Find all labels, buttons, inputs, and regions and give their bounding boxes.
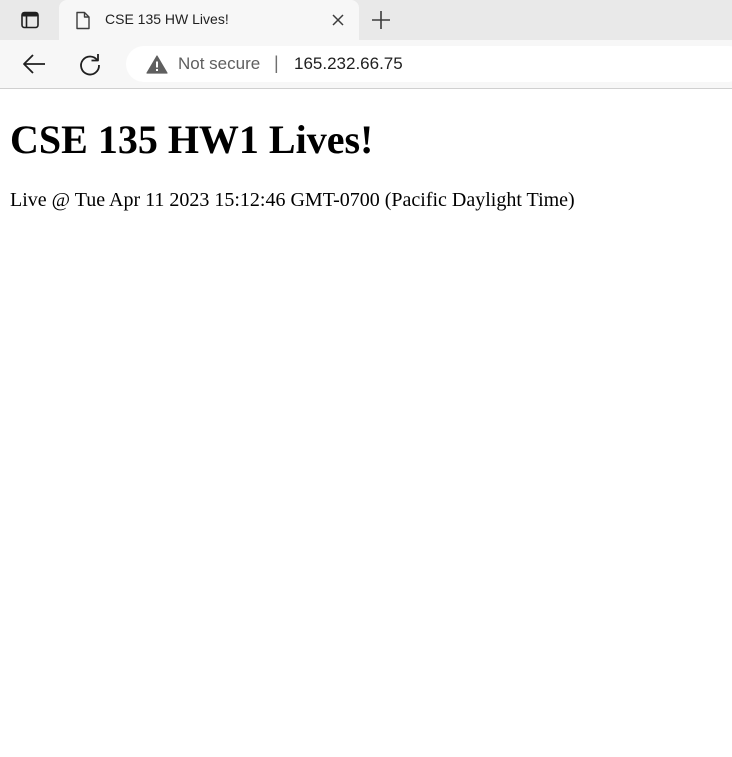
page-content: CSE 135 HW1 Lives! Live @ Tue Apr 11 202… (0, 89, 732, 757)
plus-icon (372, 11, 390, 29)
active-tab[interactable]: CSE 135 HW Lives! (59, 0, 359, 40)
warning-triangle-icon[interactable] (146, 55, 168, 74)
back-arrow-icon (23, 54, 45, 74)
back-button[interactable] (20, 51, 48, 77)
reload-icon (80, 54, 100, 76)
address-separator: | (274, 53, 279, 73)
address-bar[interactable]: Not secure | 165.232.66.75 (126, 46, 732, 82)
page-icon (76, 11, 90, 30)
tab-actions-icon (21, 11, 39, 29)
tab-title: CSE 135 HW Lives! (105, 11, 229, 27)
live-timestamp-text: Live @ Tue Apr 11 2023 15:12:46 GMT-0700… (10, 189, 575, 211)
reload-button[interactable] (76, 50, 104, 78)
security-status-label[interactable]: Not secure (178, 54, 260, 74)
page-heading: CSE 135 HW1 Lives! (10, 117, 374, 162)
new-tab-button[interactable] (367, 6, 395, 34)
navigation-toolbar: Not secure | 165.232.66.75 (0, 40, 732, 89)
tab-strip: CSE 135 HW Lives! (0, 0, 732, 40)
tab-actions-button[interactable] (10, 5, 50, 35)
url-text[interactable]: 165.232.66.75 (294, 54, 403, 74)
close-icon (332, 14, 344, 26)
tab-close-button[interactable] (327, 9, 349, 31)
